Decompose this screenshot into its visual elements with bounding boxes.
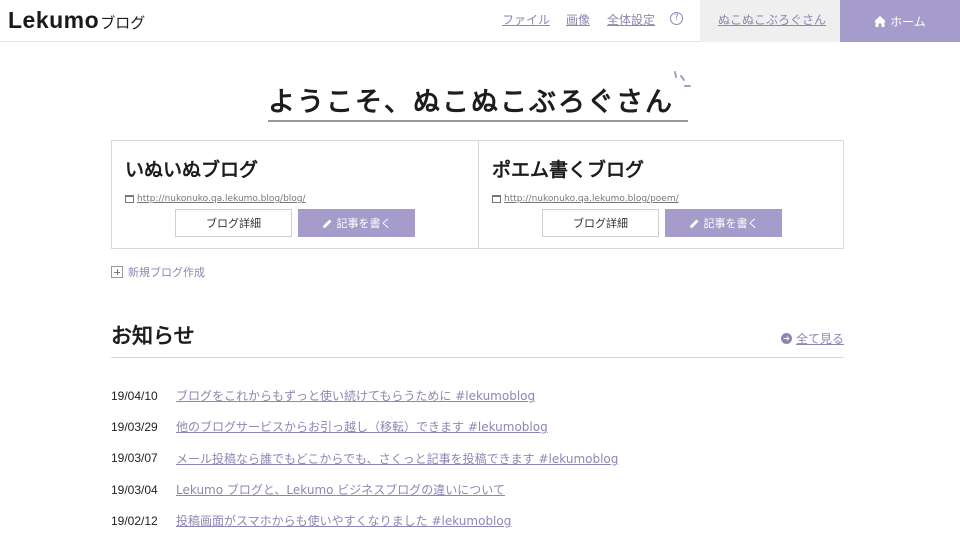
welcome-text: ようこそ、ぬこぬこぶろぐさん bbox=[268, 87, 674, 118]
blog-card: ポエム書くブログ http://nukonuko.qa.lekumo.blog/… bbox=[478, 141, 844, 248]
new-blog-link[interactable]: 新規ブログ作成 bbox=[111, 264, 205, 280]
write-post-button[interactable]: 記事を書く bbox=[298, 209, 415, 237]
blog-card: いぬいぬブログ http://nukonuko.qa.lekumo.blog/b… bbox=[112, 141, 478, 248]
blog-title[interactable]: ポエム書くブログ bbox=[492, 155, 644, 182]
welcome-heading: ようこそ、ぬこぬこぶろぐさん bbox=[268, 80, 688, 122]
news-link[interactable]: ブログをこれからもずっと使い続けてもらうために #lekumoblog bbox=[176, 387, 535, 404]
news-link[interactable]: Lekumo ブログと、Lekumo ビジネスブログの違いについて bbox=[176, 481, 505, 498]
window-icon bbox=[492, 195, 501, 203]
blog-title[interactable]: いぬいぬブログ bbox=[125, 155, 258, 182]
news-date: 19/03/29 bbox=[111, 419, 158, 434]
news-date: 19/03/04 bbox=[111, 482, 158, 497]
blog-cards: いぬいぬブログ http://nukonuko.qa.lekumo.blog/b… bbox=[111, 140, 844, 249]
write-post-label: 記事を書く bbox=[336, 217, 392, 230]
pencil-icon bbox=[322, 219, 331, 228]
news-link[interactable]: 他のブログサービスからお引っ越し（移転）できます #lekumoblog bbox=[176, 418, 548, 435]
new-blog-label: 新規ブログ作成 bbox=[128, 266, 205, 279]
logo-sub: ブログ bbox=[100, 14, 146, 32]
user-link[interactable]: ぬこぬこぶろぐさん bbox=[718, 11, 826, 28]
user-menu[interactable]: ぬこぬこぶろぐさん bbox=[700, 0, 840, 42]
plus-icon bbox=[111, 266, 123, 278]
news-link[interactable]: 投稿画面がスマホからも使いやすくなりました #lekumoblog bbox=[176, 512, 511, 529]
blog-detail-button[interactable]: ブログ詳細 bbox=[542, 209, 659, 237]
logo-main: Lekumo bbox=[8, 7, 100, 33]
blog-detail-button[interactable]: ブログ詳細 bbox=[175, 209, 292, 237]
news-header: お知らせ ➜ 全て見る bbox=[111, 320, 844, 358]
arrow-right-icon: ➜ bbox=[780, 333, 792, 344]
nav-file[interactable]: ファイル bbox=[502, 11, 550, 28]
news-date: 19/04/10 bbox=[111, 388, 158, 403]
sparkle-icon bbox=[674, 71, 691, 87]
help-icon[interactable]: ? bbox=[670, 12, 683, 25]
news-date: 19/02/12 bbox=[111, 513, 158, 528]
news-item: 19/02/12 投稿画面がスマホからも使いやすくなりました #lekumobl… bbox=[111, 505, 844, 536]
home-label: ホーム bbox=[890, 14, 926, 29]
news-item: 19/03/07 メール投稿なら誰でもどこからでも、さくっと記事を投稿できます … bbox=[111, 443, 844, 474]
pencil-icon bbox=[689, 219, 698, 228]
news-item: 19/03/29 他のブログサービスからお引っ越し（移転）できます #lekum… bbox=[111, 411, 844, 442]
news-title: お知らせ bbox=[111, 324, 195, 348]
logo[interactable]: Lekumo ブログ bbox=[8, 7, 145, 34]
blog-url[interactable]: http://nukonuko.qa.lekumo.blog/poem/ bbox=[492, 194, 679, 204]
news-date: 19/03/07 bbox=[111, 451, 158, 466]
window-icon bbox=[125, 195, 134, 203]
write-post-label: 記事を書く bbox=[703, 217, 759, 230]
news-item: 19/03/04 Lekumo ブログと、Lekumo ビジネスブログの違いにつ… bbox=[111, 474, 844, 505]
see-all-link[interactable]: ➜ 全て見る bbox=[780, 330, 844, 347]
blog-url[interactable]: http://nukonuko.qa.lekumo.blog/blog/ bbox=[125, 194, 306, 204]
home-icon bbox=[874, 15, 887, 27]
news-item: 19/04/10 ブログをこれからもずっと使い続けてもらうために #lekumo… bbox=[111, 380, 844, 411]
nav-settings[interactable]: 全体設定 bbox=[607, 11, 655, 28]
blog-url-link[interactable]: http://nukonuko.qa.lekumo.blog/blog/ bbox=[137, 194, 306, 204]
home-button[interactable]: ホーム bbox=[840, 0, 960, 42]
nav-image[interactable]: 画像 bbox=[566, 11, 590, 28]
news-list: 19/04/10 ブログをこれからもずっと使い続けてもらうために #lekumo… bbox=[111, 380, 844, 536]
see-all-label: 全て見る bbox=[795, 332, 844, 346]
write-post-button[interactable]: 記事を書く bbox=[665, 209, 782, 237]
top-header: Lekumo ブログ ファイル 画像 全体設定 ? ぬこぬこぶろぐさん ホーム bbox=[0, 0, 960, 42]
news-link[interactable]: メール投稿なら誰でもどこからでも、さくっと記事を投稿できます #lekumobl… bbox=[176, 450, 618, 467]
blog-url-link[interactable]: http://nukonuko.qa.lekumo.blog/poem/ bbox=[504, 194, 679, 204]
